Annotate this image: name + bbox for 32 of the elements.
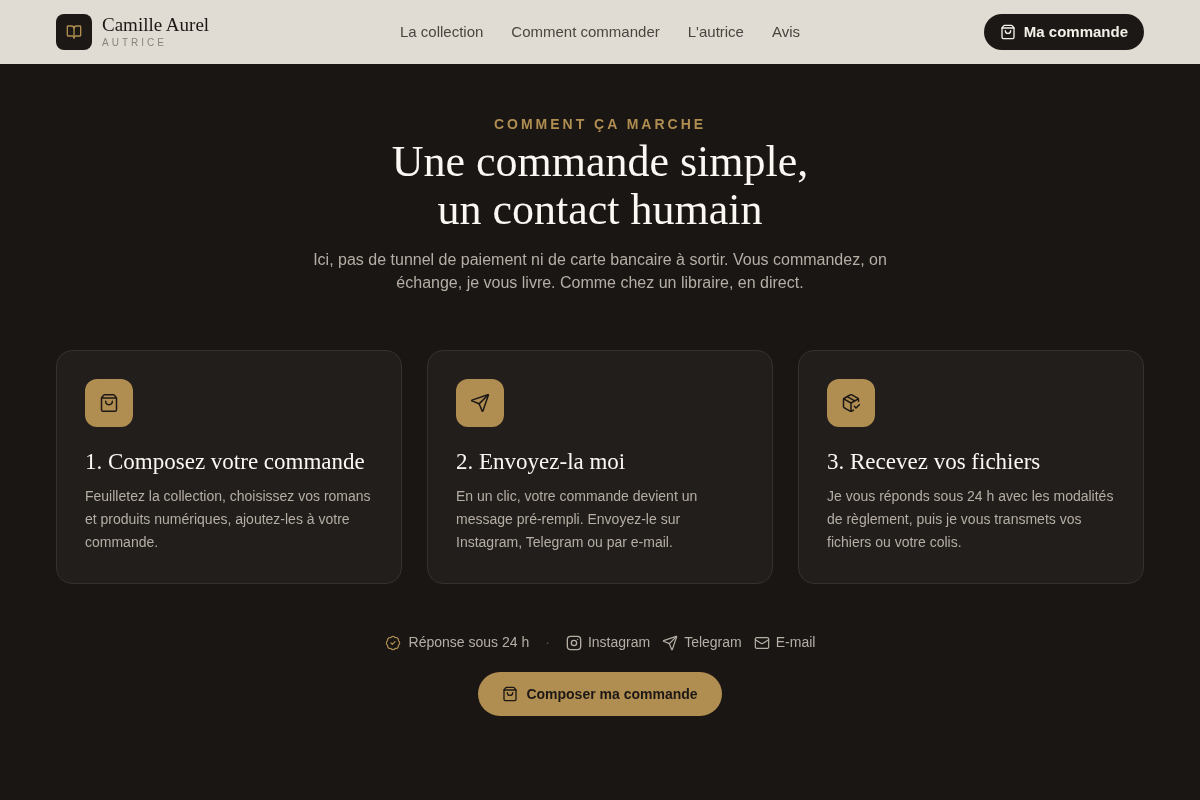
section-eyebrow: COMMENT ÇA MARCHE: [493, 115, 707, 133]
step-description: Feuilletez la collection, choisissez vos romans et produits numériques, ajoutez-les à votre commande.: [85, 487, 372, 552]
nav-link[interactable]: L'autrice: [687, 20, 744, 44]
nav-link[interactable]: Comment commander: [511, 20, 660, 44]
step-title: 3. Recevez vos fichiers: [827, 448, 1042, 476]
section-intro: Ici, pas de tunnel de paiement ni de carte bancaire à sortir. Vous commandez, on échange, je vous livre. Comme chez un libraire, en direct.: [312, 250, 888, 293]
compose-order-button[interactable]: Composer ma commande: [478, 672, 722, 716]
section-heading: Une commande simple, un contact humain: [391, 138, 809, 234]
step-description: En un clic, votre commande devient un message pré-rempli. Envoyez-le sur Instagram, Telegram ou par e-mail.: [456, 487, 699, 552]
email-link[interactable]: E-mail: [753, 632, 816, 653]
step-title: 1. Composez votre commande: [85, 448, 366, 476]
my-order-button[interactable]: Ma commande: [983, 14, 1144, 50]
package-check-icon: [827, 379, 875, 427]
shopping-bag-icon: [502, 686, 519, 702]
shopping-bag-icon: [999, 24, 1016, 40]
badge-check-icon: [384, 634, 401, 651]
brand-subtitle: AUTRICE: [102, 36, 168, 50]
instagram-icon: [565, 634, 582, 651]
step-title: 2. Envoyez-la moi: [456, 448, 627, 476]
paper-plane-icon: [456, 379, 504, 427]
open-book-logo-icon: [56, 14, 92, 50]
paper-plane-icon: [662, 634, 679, 651]
step-description: Je vous réponds sous 24 h avec les modalités de règlement, puis je vous transmets vos fichiers ou votre colis.: [827, 487, 1115, 552]
shopping-bag-icon: [85, 379, 133, 427]
telegram-link[interactable]: Telegram: [662, 632, 742, 653]
nav-link[interactable]: La collection: [399, 20, 484, 44]
separator-dot: ·: [544, 633, 551, 652]
brand-name: Camille Aurel: [102, 14, 210, 36]
mail-icon: [753, 634, 770, 651]
response-time-text: Réponse sous 24 h: [408, 633, 530, 652]
instagram-link[interactable]: Instagram: [565, 632, 651, 653]
nav-link[interactable]: Avis: [771, 20, 801, 44]
